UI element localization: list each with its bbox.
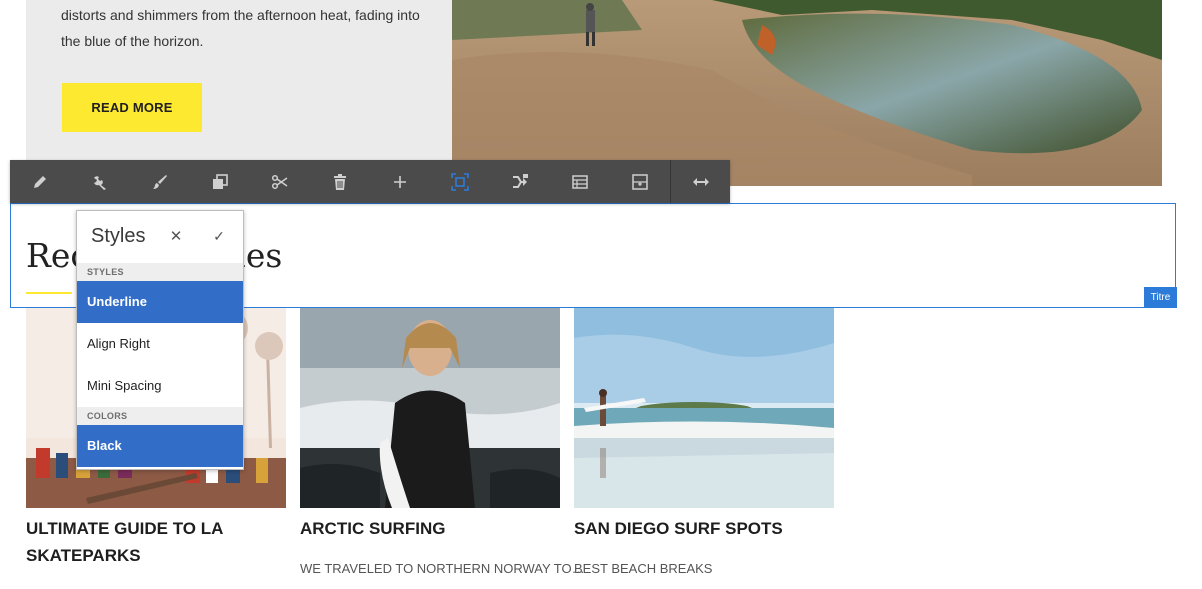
- parent-button[interactable]: [490, 160, 550, 203]
- delete-button[interactable]: [310, 160, 370, 203]
- parent-icon: [513, 173, 528, 188]
- insert-button[interactable]: [370, 160, 430, 203]
- color-option-black[interactable]: Black: [77, 425, 243, 467]
- cut-button[interactable]: [250, 160, 310, 203]
- copy-icon: [213, 173, 228, 189]
- arctic-surfer-image: [300, 308, 560, 508]
- edit-button[interactable]: [10, 160, 70, 203]
- resize-button[interactable]: [671, 160, 730, 203]
- styles-button[interactable]: [130, 160, 190, 203]
- card-subtitle: WE TRAVELED TO NORTHERN NORWAY TO…: [300, 561, 585, 576]
- read-more-button[interactable]: READ MORE: [62, 83, 202, 132]
- select-button[interactable]: [430, 160, 490, 203]
- resize-icon: [692, 177, 709, 186]
- confirm-icon[interactable]: ✓: [210, 227, 228, 245]
- scissors-icon: [271, 174, 288, 189]
- pencil-icon: [34, 175, 46, 188]
- title-underline: [26, 292, 72, 294]
- card-title[interactable]: ULTIMATE GUIDE TO LA SKATEPARKS: [26, 515, 276, 569]
- hero-text: distorts and shimmers from the afternoon…: [61, 7, 420, 49]
- trash-icon: [334, 173, 346, 190]
- style-option-mini-spacing[interactable]: Mini Spacing: [77, 365, 243, 407]
- close-icon[interactable]: ✕: [168, 227, 184, 245]
- component-toolbar: [10, 160, 730, 203]
- style-option-align-right[interactable]: Align Right: [77, 323, 243, 365]
- styles-section-heading: STYLES: [77, 263, 243, 281]
- layout-icon: [572, 174, 588, 189]
- card-title[interactable]: ARCTIC SURFING: [300, 515, 560, 542]
- card-title[interactable]: SAN DIEGO SURF SPOTS: [574, 515, 834, 542]
- copy-button[interactable]: [190, 160, 250, 203]
- beach-surfer-image: [574, 308, 834, 508]
- styles-popover-header: Styles ✕ ✓: [77, 211, 243, 263]
- configure-button[interactable]: [70, 160, 130, 203]
- river-landscape-image: [452, 0, 1162, 186]
- hero-image: [452, 0, 1162, 186]
- group-button[interactable]: [610, 160, 670, 203]
- styles-popover-title: Styles: [91, 225, 146, 247]
- card-subtitle: BEST BEACH BREAKS: [574, 561, 713, 576]
- card-image-arctic-surfing[interactable]: [300, 308, 560, 508]
- select-icon: [451, 172, 469, 191]
- plus-icon: [394, 175, 406, 188]
- style-option-underline[interactable]: Underline: [77, 281, 243, 323]
- styles-popover: Styles ✕ ✓ STYLES Underline Align Right …: [76, 210, 244, 470]
- wrench-icon: [94, 175, 106, 190]
- component-type-badge: Titre: [1144, 287, 1177, 308]
- colors-section-heading: COLORS: [77, 407, 243, 425]
- layout-button[interactable]: [550, 160, 610, 203]
- paintbrush-icon: [153, 174, 167, 189]
- card-image-san-diego[interactable]: [574, 308, 834, 508]
- group-icon: [632, 173, 648, 190]
